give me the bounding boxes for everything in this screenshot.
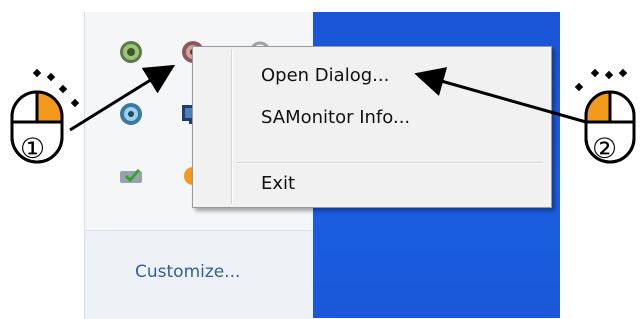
callout-overlay: ① ②: [10, 64, 636, 165]
callout-step-2: ②: [592, 132, 617, 165]
callout-arrow-2: [414, 67, 587, 124]
callout-step-1: ①: [20, 132, 45, 165]
callout-arrow-1: [69, 64, 176, 132]
